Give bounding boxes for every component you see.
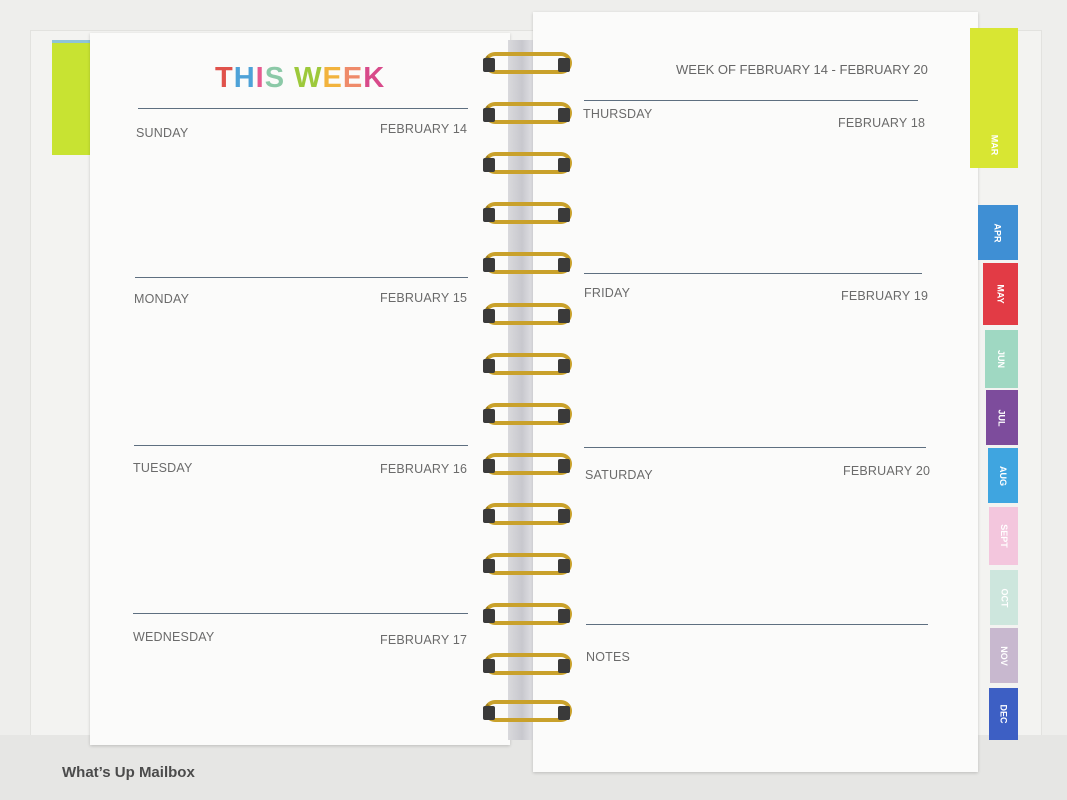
month-tab-jul[interactable]: JUL [986, 390, 1018, 445]
month-tab-apr[interactable]: APR [978, 205, 1018, 260]
month-tab-oct[interactable]: OCT [990, 570, 1018, 625]
punch-hole [483, 158, 495, 172]
month-tab-label: AUG [998, 465, 1008, 486]
this-week-title: THIS WEEK [215, 62, 385, 95]
punch-hole [558, 359, 570, 373]
day-date: FEBRUARY 18 [838, 116, 926, 130]
day-label: FRIDAY [584, 286, 631, 300]
week-range-heading: WEEK OF FEBRUARY 14 - FEBRUARY 20 [676, 62, 928, 77]
punch-hole [558, 258, 570, 272]
title-letter: K [363, 62, 386, 94]
month-tab-aug[interactable]: AUG [988, 448, 1018, 503]
back-tab [52, 40, 94, 155]
day-divider [138, 108, 468, 109]
month-tab-label: JUL [996, 408, 1007, 427]
month-tab-label: OCT [999, 588, 1009, 607]
punch-hole [483, 409, 495, 423]
month-tab-label: NOV [998, 645, 1009, 666]
month-tab-sept[interactable]: SEPT [989, 507, 1018, 565]
month-tab-label: JUN [996, 349, 1007, 369]
day-date: FEBRUARY 14 [380, 122, 468, 136]
month-tab-may[interactable]: MAY [983, 263, 1018, 325]
day-date: FEBRUARY 16 [380, 462, 468, 476]
punch-hole [483, 559, 495, 573]
punch-hole [558, 659, 570, 673]
punch-hole [483, 659, 495, 673]
day-date: FEBRUARY 20 [843, 464, 931, 478]
punch-hole [558, 409, 570, 423]
punch-hole [558, 158, 570, 172]
day-label: SUNDAY [136, 126, 189, 140]
day-date: FEBRUARY 15 [380, 291, 468, 305]
punch-hole [483, 258, 495, 272]
month-tab-mar[interactable]: MAR [970, 28, 1018, 168]
punch-hole [483, 208, 495, 222]
day-divider [584, 100, 918, 101]
day-divider [133, 613, 468, 614]
month-tab-nov[interactable]: NOV [990, 628, 1018, 683]
month-tab-label: MAR [989, 134, 999, 156]
month-tab-label: SEPT [998, 524, 1009, 548]
punch-hole [558, 58, 570, 72]
day-label: SATURDAY [585, 468, 653, 482]
spine [508, 40, 536, 740]
day-date: FEBRUARY 19 [841, 289, 929, 303]
punch-hole [483, 309, 495, 323]
title-letter: E [322, 62, 343, 94]
day-label: MONDAY [134, 292, 190, 306]
day-divider [584, 273, 922, 274]
punch-hole [558, 509, 570, 523]
month-tab-label: DEC [998, 704, 1009, 724]
day-date: FEBRUARY 17 [380, 633, 468, 647]
title-letter: S [264, 62, 286, 94]
notes-label: NOTES [586, 650, 631, 664]
day-divider [584, 447, 926, 448]
punch-hole [558, 459, 570, 473]
punch-hole [483, 58, 495, 72]
punch-hole [558, 309, 570, 323]
punch-hole [558, 208, 570, 222]
punch-hole [558, 108, 570, 122]
day-divider [586, 624, 928, 625]
punch-hole [483, 609, 495, 623]
punch-hole [483, 706, 495, 720]
punch-hole [558, 609, 570, 623]
punch-hole [483, 108, 495, 122]
title-letter: T [215, 62, 234, 94]
day-divider [134, 445, 468, 446]
punch-hole [483, 359, 495, 373]
punch-hole [483, 509, 495, 523]
watermark: What’s Up Mailbox [62, 764, 195, 781]
title-letter: H [233, 62, 256, 94]
title-letter: E [342, 62, 364, 94]
punch-hole [558, 706, 570, 720]
day-label: THURSDAY [583, 107, 653, 121]
title-letter: W [294, 62, 323, 94]
month-tab-jun[interactable]: JUN [985, 330, 1018, 388]
day-label: WEDNESDAY [133, 630, 215, 644]
punch-hole [558, 559, 570, 573]
day-divider [135, 277, 468, 278]
punch-hole [483, 459, 495, 473]
month-tab-label: APR [992, 222, 1003, 243]
title-letter: I [255, 62, 265, 94]
title-letter [285, 62, 294, 95]
month-tab-dec[interactable]: DEC [989, 688, 1018, 740]
day-label: TUESDAY [133, 461, 193, 475]
month-tab-label: MAY [995, 284, 1006, 304]
